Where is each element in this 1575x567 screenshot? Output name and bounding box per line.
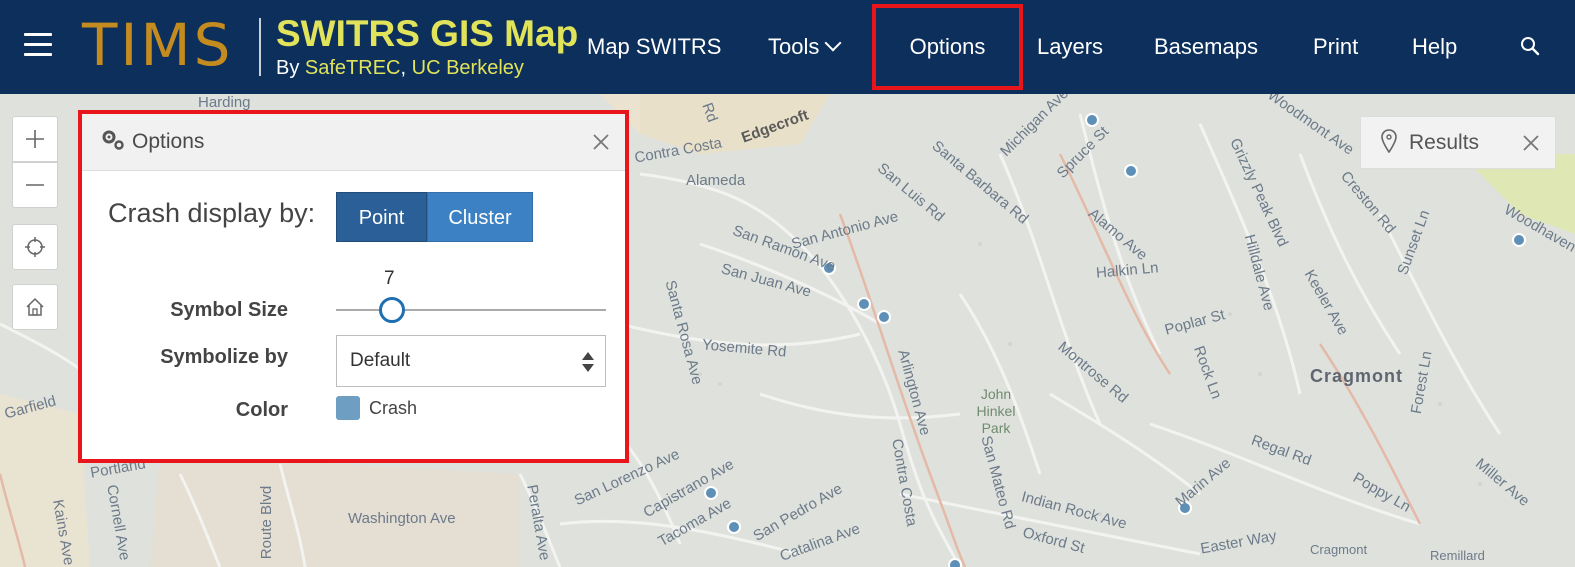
- symbol-size-value: 7: [384, 268, 395, 289]
- symbolize-by-label: Symbolize by: [160, 346, 288, 368]
- nav-print[interactable]: Print: [1313, 0, 1358, 94]
- crash-color-legend: Crash: [369, 398, 418, 418]
- nav-layers[interactable]: Layers: [1037, 0, 1103, 94]
- close-icon[interactable]: [1522, 134, 1540, 152]
- symbol-size-slider[interactable]: [336, 309, 606, 311]
- app-title: SWITRS GIS Map: [276, 13, 579, 54]
- home-button[interactable]: [12, 284, 58, 330]
- gears-icon: [102, 130, 124, 150]
- symbolize-by-value: Default: [350, 350, 411, 371]
- options-panel-header: Options: [82, 114, 625, 171]
- nav-help[interactable]: Help: [1412, 0, 1457, 94]
- tims-logo: TIMS: [82, 11, 234, 79]
- nav-map-switrs[interactable]: Map SWITRS: [587, 0, 721, 94]
- crosshair-icon: [25, 237, 45, 257]
- crash-color-swatch[interactable]: [336, 396, 360, 420]
- close-icon[interactable]: [591, 132, 611, 152]
- zoom-out-button[interactable]: [12, 162, 58, 208]
- results-label: Results: [1409, 131, 1480, 154]
- sort-arrows-icon: [582, 352, 594, 372]
- map-label: Washington Ave: [348, 510, 456, 527]
- map-label: Cragmont: [1310, 542, 1368, 557]
- options-panel: Options Crash display by: Point Cluster …: [78, 110, 629, 463]
- app-subtitle: By SafeTREC, UC Berkeley: [276, 57, 524, 79]
- locate-button[interactable]: [12, 224, 58, 270]
- minus-icon: [26, 184, 44, 186]
- map-label: Route Blvd: [258, 485, 276, 560]
- point-button[interactable]: Point: [336, 192, 427, 242]
- place-label: Cragmont: [1310, 366, 1403, 386]
- options-panel-title: Options: [132, 130, 205, 153]
- map-pin-icon: [1381, 129, 1397, 153]
- chevron-down-icon: [824, 34, 842, 52]
- plus-icon: [26, 130, 44, 148]
- symbolize-by-select[interactable]: Default: [336, 335, 606, 387]
- cluster-button[interactable]: Cluster: [427, 192, 533, 242]
- logo-divider: [259, 18, 261, 76]
- crash-display-label: Crash display by:: [108, 198, 316, 228]
- uc-berkeley-link[interactable]: UC Berkeley: [412, 57, 524, 79]
- color-label: Color: [235, 399, 288, 421]
- map-label: Remillard: [1430, 548, 1485, 563]
- symbol-size-slider-handle[interactable]: [379, 297, 405, 323]
- park-label: John Hinkel Park: [976, 386, 1016, 436]
- safetrec-link[interactable]: SafeTREC: [305, 57, 401, 79]
- search-icon[interactable]: [1520, 36, 1540, 56]
- nav-basemaps[interactable]: Basemaps: [1154, 0, 1258, 94]
- top-navbar: TIMS SWITRS GIS Map By SafeTREC, UC Berk…: [0, 0, 1575, 94]
- menu-icon[interactable]: [24, 33, 52, 57]
- symbol-size-label: Symbol Size: [170, 299, 288, 321]
- map-label: Harding: [198, 94, 251, 111]
- map-label: Alameda: [686, 172, 746, 189]
- results-panel[interactable]: Results: [1360, 116, 1556, 169]
- home-icon: [26, 297, 44, 316]
- nav-options[interactable]: Options: [872, 4, 1023, 90]
- nav-tools[interactable]: Tools: [768, 0, 842, 94]
- zoom-in-button[interactable]: [12, 116, 58, 162]
